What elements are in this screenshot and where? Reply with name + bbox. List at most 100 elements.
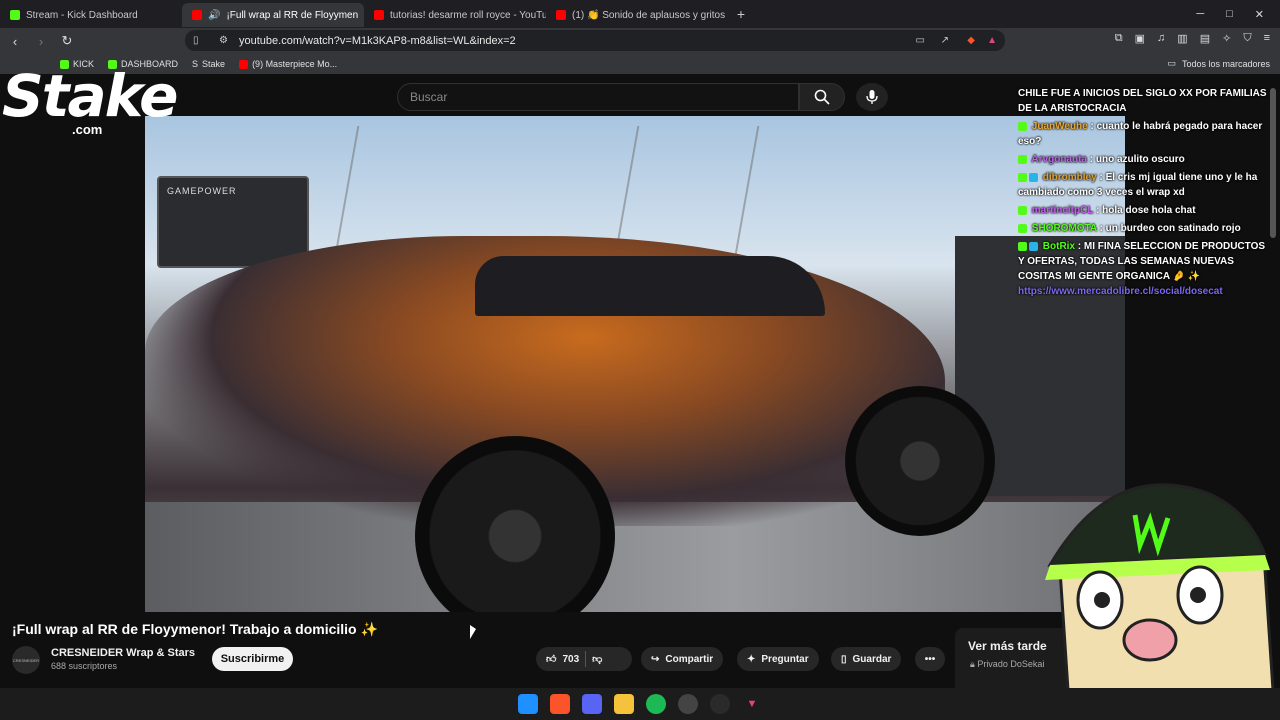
brave-rewards-icon[interactable]: ▲ [987, 35, 997, 46]
folder-icon: ▭ [1167, 58, 1176, 68]
app-icon[interactable] [710, 694, 730, 714]
bookmark-icon[interactable]: ▯ [193, 35, 199, 46]
maximize-icon[interactable]: □ [1226, 8, 1233, 21]
youtube-icon [374, 10, 384, 20]
streamlabs-icon[interactable]: ▼ [742, 694, 762, 714]
lock-icon: 🔒︎ [970, 659, 975, 669]
new-tab-button[interactable]: + [728, 6, 754, 22]
sparkle-icon: ✦ [747, 653, 756, 665]
chat-message: dibrombley : El cris mj igual tiene uno … [1018, 172, 1258, 198]
os-taskbar: ▼ [0, 688, 1280, 720]
kick-icon [10, 10, 20, 20]
playlist-privacy: 🔒︎ Privado DoSekai [970, 659, 1045, 669]
search-icon [814, 89, 830, 105]
youtube-icon [192, 10, 202, 20]
kick-badge-icon [1018, 154, 1027, 164]
windows-start-icon[interactable] [518, 694, 538, 714]
browser-tab-bar: Stream - Kick Dashboard 🔊 ¡Full wrap al … [0, 0, 1280, 28]
search-button[interactable] [799, 83, 845, 111]
brave-browser-icon[interactable] [550, 694, 570, 714]
vpn-icon[interactable]: ⛉ [1243, 32, 1251, 45]
tab-label: tutorias! desarme roll royce - YouTub [390, 9, 546, 21]
youtube-icon [239, 59, 249, 69]
channel-avatar[interactable]: CRESNEIDER [12, 646, 40, 674]
video-player[interactable]: GAMEPOWER [145, 116, 1125, 612]
chat-message: BotRix : MI FINA SELECCION DE PRODUCTOS … [1018, 239, 1268, 299]
more-actions-button[interactable]: ••• [915, 647, 945, 671]
video-title: ¡Full wrap al RR de Floyymenor! Trabajo … [12, 621, 378, 637]
chat-message: SHOROMOTA : un burdeo con satinado rojo [1018, 221, 1268, 236]
tab-kick-dashboard[interactable]: Stream - Kick Dashboard [0, 3, 182, 27]
speaker-icon[interactable]: 🔊 [208, 10, 220, 21]
microphone-icon [866, 90, 878, 104]
tab-label: ¡Full wrap al RR de Floyymen [226, 9, 359, 21]
save-button[interactable]: ▯ Guardar [831, 647, 902, 671]
channel-name[interactable]: CRESNEIDER Wrap & Stars [51, 647, 195, 659]
back-icon[interactable]: ‹ [4, 34, 26, 49]
share-button[interactable]: ↪ Compartir [641, 647, 724, 671]
tab-youtube-applause[interactable]: (1) 👏 Sonido de aplausos y gritos d [546, 3, 728, 27]
site-settings-icon[interactable]: ⚙ [219, 35, 228, 46]
stake-logo: Stake .com [2, 62, 178, 137]
tab-youtube-tutorial[interactable]: tutorias! desarme roll royce - YouTub [364, 3, 546, 27]
sub-badge-icon [1029, 172, 1038, 182]
search-input[interactable]: Buscar [397, 83, 799, 111]
all-bookmarks[interactable]: ▭ Todos los marcadores [1167, 58, 1270, 69]
discord-icon[interactable] [582, 694, 602, 714]
car-wheel [845, 386, 995, 536]
file-explorer-icon[interactable] [614, 694, 634, 714]
address-bar[interactable]: ▯ ⚙ youtube.com/watch?v=M1k3KAP8-m8&list… [185, 30, 1005, 51]
stake-icon: S [192, 59, 199, 69]
cast-icon[interactable]: ▭ [916, 35, 925, 46]
screenshot-icon[interactable]: ▣ [1135, 32, 1145, 45]
bookmark-icon: ▯ [841, 653, 847, 665]
thumbs-up-icon: 👍︎ [546, 654, 557, 665]
mouse-cursor [470, 625, 476, 639]
chat-message: CHILE FUE A INICIOS DEL SIGLO XX POR FAM… [1018, 88, 1267, 114]
spotify-icon[interactable] [646, 694, 666, 714]
bot-badge-icon [1029, 241, 1038, 251]
kick-badge-icon [1018, 223, 1027, 233]
tab-youtube-active[interactable]: 🔊 ¡Full wrap al RR de Floyymen ✕ [182, 3, 364, 27]
playlist-title[interactable]: Ver más tarde [968, 639, 1047, 653]
kick-badge-icon [1018, 172, 1027, 182]
chat-message: Arvgonauta : uno azulito oscuro [1018, 152, 1268, 167]
voice-search-button[interactable] [856, 83, 888, 111]
chat-message: martincitpCL : hola dose hola chat [1018, 203, 1268, 218]
chat-message: JuanWeuhe : cuanto le habrá pegado para … [1018, 121, 1263, 147]
stream-chat-overlay: CHILE FUE A INICIOS DEL SIGLO XX POR FAM… [1018, 86, 1268, 302]
like-button[interactable]: 👍︎ 703 [546, 653, 579, 666]
url-text[interactable]: youtube.com/watch?v=M1k3KAP8-m8&list=WL&… [239, 35, 516, 47]
leo-icon[interactable]: ✧ [1222, 32, 1231, 45]
bookmark-masterpiece[interactable]: (9) Masterpiece Mo... [239, 59, 337, 69]
ask-button[interactable]: ✦ Preguntar [737, 647, 819, 671]
extensions-icon[interactable]: ⧉ [1115, 32, 1123, 45]
monster-cat-overlay [1045, 483, 1277, 720]
subscribe-button[interactable]: Suscribirme [212, 647, 293, 671]
share-icon[interactable]: ↗ [941, 35, 949, 46]
sidebar-icon[interactable]: ▥ [1177, 32, 1187, 45]
kick-badge-icon [1018, 205, 1027, 215]
music-icon[interactable]: ♫ [1157, 32, 1165, 45]
menu-icon[interactable]: ≡ [1264, 32, 1270, 45]
obs-icon[interactable] [678, 694, 698, 714]
kick-badge-icon [1018, 241, 1027, 251]
dislike-button[interactable]: 👎︎ [592, 653, 602, 665]
scrollbar[interactable] [1270, 88, 1276, 238]
minimize-icon[interactable]: ─ [1196, 8, 1204, 21]
share-icon: ↪ [651, 653, 660, 665]
brave-shields-icon[interactable]: ◆ [967, 35, 975, 46]
close-window-icon[interactable]: ✕ [1255, 8, 1264, 21]
tab-label: (1) 👏 Sonido de aplausos y gritos d [572, 9, 728, 21]
chat-link[interactable]: https://www.mercadolibre.cl/social/dosec… [1018, 284, 1268, 299]
youtube-icon [556, 10, 566, 20]
subscriber-count: 688 suscriptores [51, 661, 118, 671]
divider [585, 651, 587, 667]
forward-icon[interactable]: › [30, 34, 52, 49]
wallet-icon[interactable]: ▤ [1200, 32, 1210, 45]
tab-label: Stream - Kick Dashboard [26, 9, 138, 21]
extensions-area: ⧉ ▣ ♫ ▥ ▤ ✧ ⛉ ≡ [1115, 32, 1270, 45]
bookmark-stake[interactable]: S Stake [192, 59, 225, 69]
reload-icon[interactable]: ↻ [56, 33, 78, 49]
window-controls: ─ □ ✕ [1196, 8, 1280, 21]
